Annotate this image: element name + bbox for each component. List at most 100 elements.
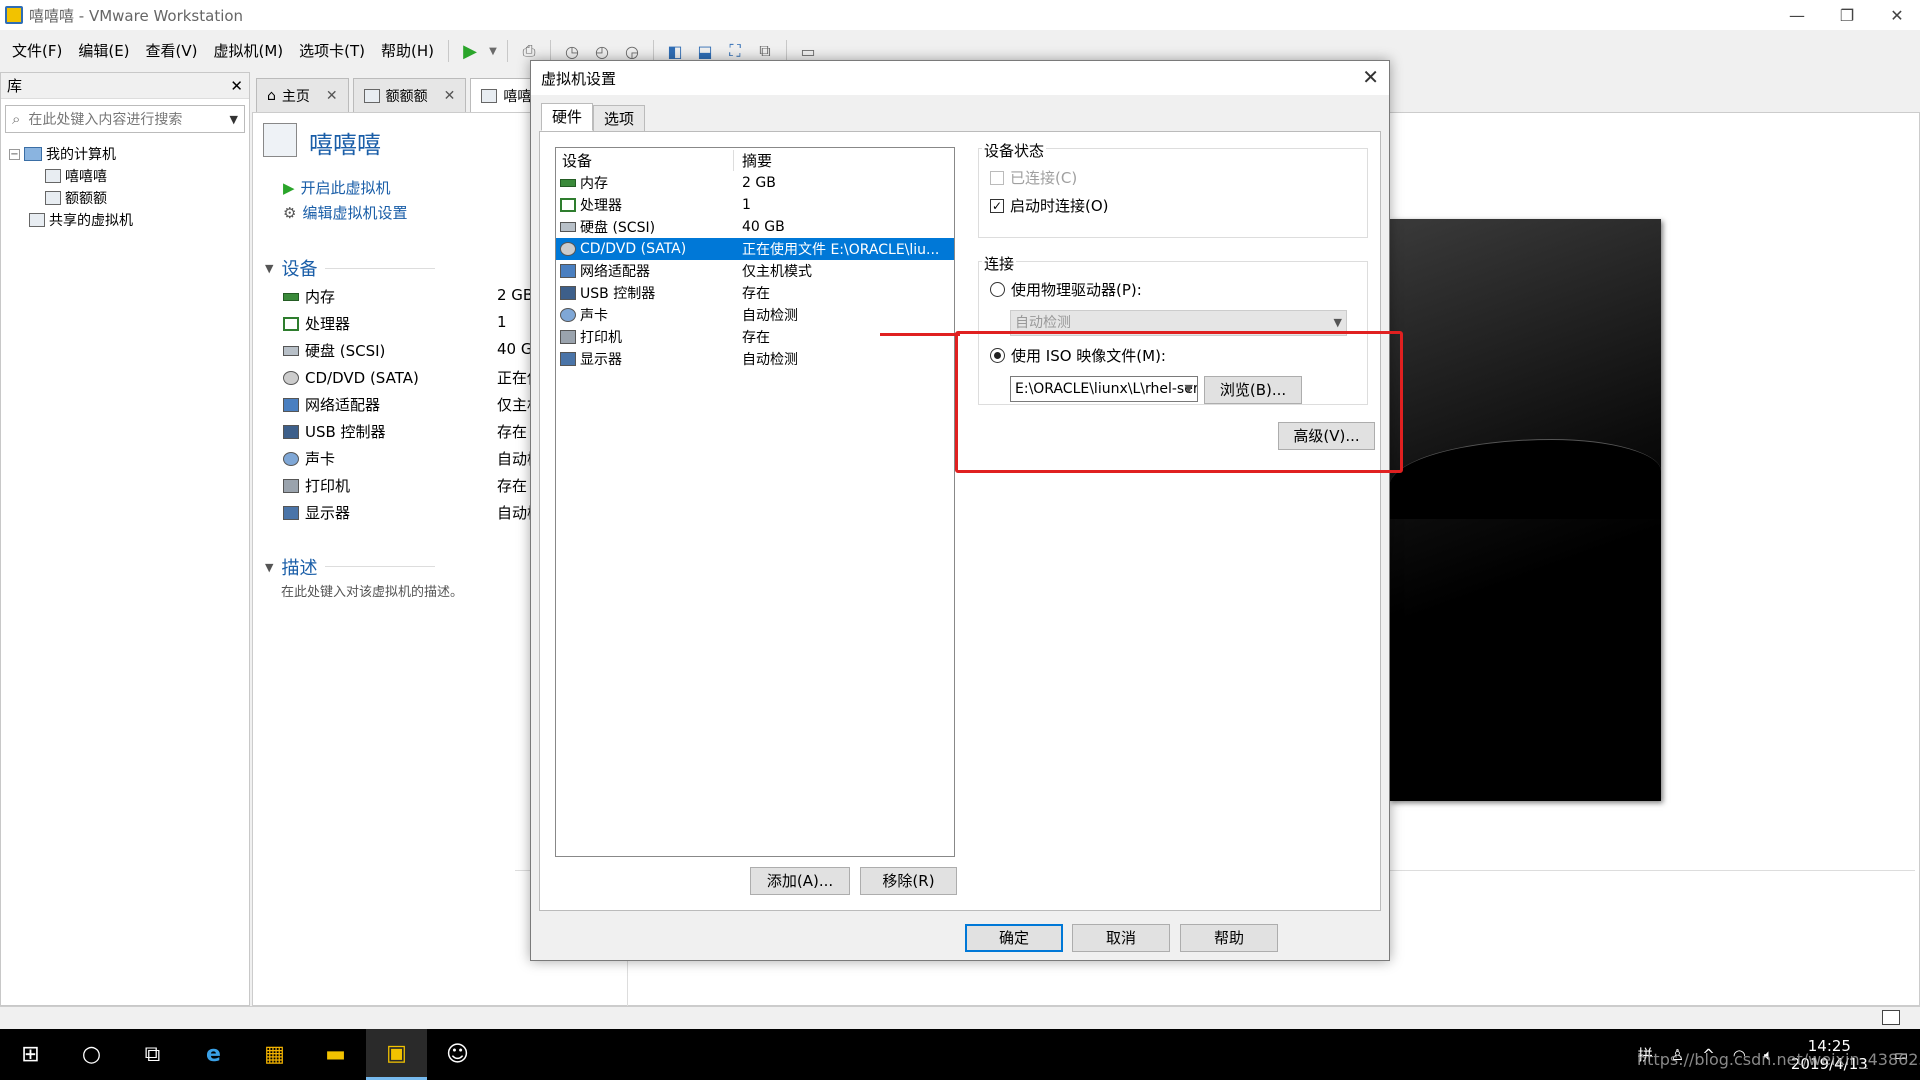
hardware-row-cpu[interactable]: 处理器 1: [556, 194, 954, 216]
cancel-button[interactable]: 取消: [1072, 924, 1170, 952]
user-avatar-icon[interactable]: ☺: [427, 1029, 488, 1080]
row-summary: 正在使用文件 E:\ORACLE\liu...: [742, 242, 940, 258]
ok-button[interactable]: 确定: [965, 924, 1063, 952]
menu-help[interactable]: 帮助(H): [373, 36, 442, 66]
hardware-row-sound[interactable]: 声卡 自动检测: [556, 304, 954, 326]
internet-explorer-icon[interactable]: e: [183, 1029, 244, 1080]
cortana-search-icon[interactable]: ○: [61, 1029, 122, 1080]
menu-file[interactable]: 文件(F): [4, 36, 70, 66]
vm-icon: [45, 191, 61, 205]
row-device-name: CD/DVD (SATA): [580, 241, 687, 257]
row-device-name: 处理器: [580, 198, 622, 214]
column-device[interactable]: 设备: [556, 149, 734, 171]
dialog-close-icon[interactable]: ✕: [1362, 65, 1379, 89]
checkbox-box: [990, 170, 1004, 185]
message-log-icon[interactable]: [1882, 1010, 1900, 1025]
add-hardware-button[interactable]: 添加(A)...: [750, 867, 850, 895]
file-explorer-icon[interactable]: ▬: [305, 1029, 366, 1080]
computer-icon: [24, 147, 42, 161]
task-view-icon[interactable]: ⧉: [122, 1029, 183, 1080]
tree-item-vm-eee[interactable]: 额额额: [9, 187, 241, 209]
tree-item-vm-xixixi[interactable]: 嘻嘻嘻: [9, 165, 241, 187]
menu-tabs[interactable]: 选项卡(T): [291, 36, 373, 66]
restore-button[interactable]: ❐: [1824, 0, 1870, 30]
power-dropdown-icon[interactable]: ▼: [485, 38, 501, 64]
hardware-row-memory[interactable]: 内存 2 GB: [556, 172, 954, 194]
hardware-row-usb[interactable]: USB 控制器 存在: [556, 282, 954, 304]
remove-hardware-button[interactable]: 移除(R): [860, 867, 957, 895]
status-bar: [0, 1006, 1920, 1028]
device-name: 内存: [305, 288, 336, 306]
menu-vm[interactable]: 虚拟机(M): [206, 36, 292, 66]
radio-button-selected: [990, 348, 1005, 363]
toolbar-separator: [786, 40, 788, 62]
hardware-row-network[interactable]: 网络适配器 仅主机模式: [556, 260, 954, 282]
column-summary[interactable]: 摘要: [734, 150, 772, 171]
minimize-button[interactable]: —: [1774, 0, 1820, 30]
connected-checkbox[interactable]: 已连接(C): [990, 167, 1077, 188]
hardware-device-list[interactable]: 设备 摘要 内存 2 GB 处理器 1 硬盘 (SCSI) 40 GB CD/DVD …: [555, 147, 955, 857]
usb-icon: [283, 424, 299, 439]
store-icon[interactable]: ▦: [244, 1029, 305, 1080]
device-status-group: [978, 148, 1368, 238]
tab-home[interactable]: ⌂ 主页 ✕: [256, 78, 349, 112]
vm-settings-dialog: 虚拟机设置 ✕ 硬件 选项 设备 摘要 内存 2 GB 处理器 1 硬盘 (SCSI…: [530, 60, 1390, 961]
connect-at-power-on-checkbox[interactable]: ✓ 启动时连接(O): [990, 195, 1109, 216]
collapse-icon[interactable]: −: [9, 148, 20, 160]
vm-description-field[interactable]: 在此处键入对该虚拟机的描述。: [281, 581, 463, 600]
memory-icon: [560, 179, 576, 187]
watermark-url: https://blog.csdn.net/weixin_43862307: [1637, 1050, 1920, 1069]
vmware-taskbar-icon[interactable]: ▣: [366, 1029, 427, 1080]
hardware-row-printer[interactable]: 打印机 存在: [556, 326, 954, 348]
tab-hardware[interactable]: 硬件: [541, 103, 594, 131]
checkbox-label: 启动时连接(O): [1010, 197, 1109, 215]
tree-label: 额额额: [65, 191, 107, 207]
hardware-pane: 设备 摘要 内存 2 GB 处理器 1 硬盘 (SCSI) 40 GB CD/DVD …: [539, 131, 1381, 911]
edit-vm-settings-link[interactable]: ⚙ 编辑虚拟机设置: [283, 202, 407, 223]
hardware-row-cddvd[interactable]: CD/DVD (SATA) 正在使用文件 E:\ORACLE\liu...: [556, 238, 954, 260]
cpu-icon: [283, 316, 299, 331]
search-placeholder: 在此处键入内容进行搜索: [28, 112, 183, 128]
usb-icon: [560, 286, 576, 300]
power-on-icon[interactable]: ▶: [455, 38, 485, 64]
radio-label: 使用物理驱动器(P):: [1011, 281, 1142, 299]
library-search-input[interactable]: ⌕ 在此处键入内容进行搜索 ▼: [5, 105, 245, 133]
library-close-icon[interactable]: ✕: [230, 77, 243, 95]
tree-item-my-computer[interactable]: − 我的计算机: [9, 143, 241, 165]
advanced-button[interactable]: 高级(V)...: [1278, 422, 1375, 450]
tab-vm-eee[interactable]: 额额额 ✕: [352, 78, 467, 112]
help-button[interactable]: 帮助: [1180, 924, 1278, 952]
tab-options[interactable]: 选项: [593, 105, 646, 131]
start-button-icon[interactable]: ⊞: [0, 1029, 61, 1080]
iso-image-radio[interactable]: 使用 ISO 映像文件(M):: [990, 345, 1166, 366]
hardware-row-display[interactable]: 显示器 自动检测: [556, 348, 954, 370]
power-on-vm-link[interactable]: ▶ 开启此虚拟机: [283, 177, 391, 198]
memory-icon: [283, 292, 299, 301]
row-summary: 存在: [742, 330, 770, 346]
description-section-header[interactable]: ▼ 描述: [265, 554, 317, 580]
menu-view[interactable]: 查看(V): [138, 36, 206, 66]
action-label: 开启此虚拟机: [300, 179, 391, 197]
select-value: 自动检测: [1015, 315, 1071, 331]
row-device-name: 网络适配器: [580, 264, 650, 280]
chevron-down-icon[interactable]: ▼: [1185, 377, 1193, 401]
edit-settings-icon: ⚙: [283, 203, 297, 222]
hardware-row-disk[interactable]: 硬盘 (SCSI) 40 GB: [556, 216, 954, 238]
section-title: 设备: [281, 259, 318, 280]
vmware-app-icon: [5, 6, 23, 24]
sound-icon: [560, 308, 576, 322]
vm-screen-preview[interactable]: [1389, 219, 1661, 801]
tab-close-icon[interactable]: ✕: [444, 88, 456, 104]
close-window-button[interactable]: ✕: [1874, 0, 1920, 30]
tree-item-shared-vms[interactable]: 共享的虚拟机: [9, 209, 241, 231]
physical-drive-radio[interactable]: 使用物理驱动器(P):: [990, 279, 1142, 300]
tab-close-icon[interactable]: ✕: [326, 88, 338, 104]
menu-edit[interactable]: 编辑(E): [70, 36, 137, 66]
row-device-name: 声卡: [580, 308, 608, 324]
search-dropdown-icon[interactable]: ▼: [230, 113, 238, 126]
iso-path-combobox[interactable]: E:\ORACLE\liunx\L\rhel-server- ▼: [1010, 376, 1198, 402]
cpu-icon: [560, 198, 576, 212]
browse-iso-button[interactable]: 浏览(B)...: [1204, 376, 1302, 404]
action-label: 编辑虚拟机设置: [302, 204, 408, 222]
devices-section-header[interactable]: ▼ 设备: [265, 255, 317, 281]
